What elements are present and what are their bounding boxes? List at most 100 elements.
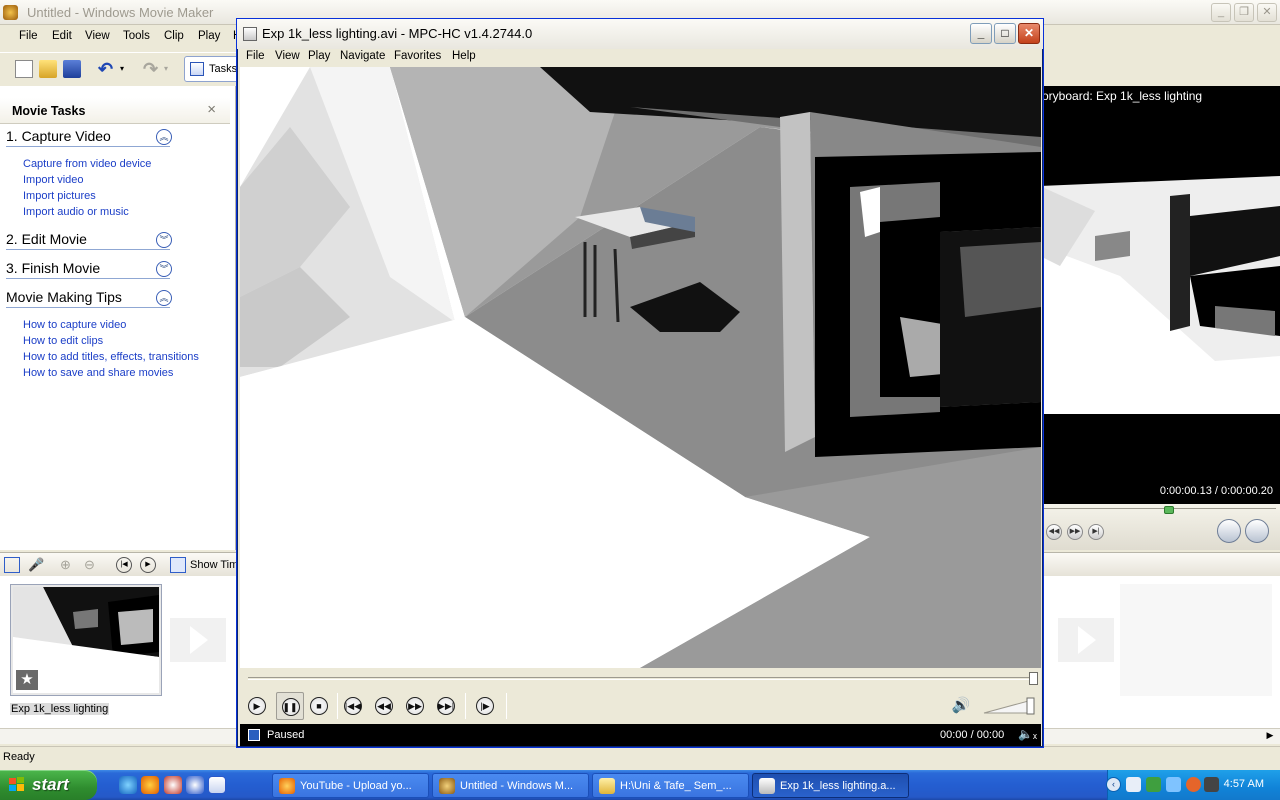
- mpc-menu-navigate[interactable]: Navigate: [340, 50, 385, 62]
- link-import-pictures[interactable]: Import pictures: [23, 190, 96, 202]
- display-icon[interactable]: [1204, 777, 1219, 792]
- show-timeline-label[interactable]: Show Tim: [190, 559, 238, 571]
- bluetooth-icon[interactable]: [1166, 777, 1181, 792]
- task-movie-maker[interactable]: Untitled - Windows M...: [432, 773, 589, 798]
- rewind-storyboard-icon[interactable]: |◀: [116, 557, 132, 573]
- task-folder[interactable]: H:\Uni & Tafe_ Sem_...: [592, 773, 749, 798]
- chevron-up-icon[interactable]: ︽: [156, 290, 172, 306]
- minimize-button[interactable]: _: [1211, 3, 1231, 22]
- ie-icon[interactable]: [119, 776, 137, 794]
- link-how-edit[interactable]: How to edit clips: [23, 335, 103, 347]
- tasks-toggle-button[interactable]: Tasks: [184, 56, 239, 82]
- mpc-close-button[interactable]: ✕: [1018, 23, 1040, 44]
- opera-icon[interactable]: [164, 776, 182, 794]
- redo-dropdown-icon[interactable]: ▾: [164, 60, 182, 78]
- mute-icon[interactable]: 🔈ₓ: [1018, 727, 1037, 741]
- chevron-up-icon[interactable]: ︽: [156, 129, 172, 145]
- network-icon[interactable]: [1146, 777, 1161, 792]
- volume-slider[interactable]: [982, 697, 1036, 715]
- play-icon[interactable]: ▶: [245, 694, 269, 718]
- previous-frame-icon[interactable]: ◀◀: [1046, 524, 1062, 540]
- preview-seek-thumb[interactable]: [1164, 506, 1174, 514]
- scroll-right-icon[interactable]: ▶: [1262, 730, 1278, 744]
- mpc-minimize-button[interactable]: _: [970, 23, 992, 44]
- media-player-icon[interactable]: [186, 776, 204, 794]
- zoom-out-icon[interactable]: ⊖: [84, 557, 100, 573]
- frame-step-icon[interactable]: |▶: [473, 694, 497, 718]
- link-import-audio[interactable]: Import audio or music: [23, 206, 129, 218]
- movie-tasks-pane: Movie Tasks × 1. Capture Video ︽ Capture…: [0, 86, 236, 550]
- link-how-titles[interactable]: How to add titles, effects, transitions: [23, 351, 199, 363]
- maximize-button[interactable]: ❐: [1234, 3, 1254, 22]
- task-youtube[interactable]: YouTube - Upload yo...: [272, 773, 429, 798]
- mpc-titlebar[interactable]: Exp 1k_less lighting.avi - MPC-HC v1.4.2…: [237, 19, 1043, 49]
- preview-title-bar: oryboard: Exp 1k_less lighting: [1040, 86, 1280, 106]
- save-project-icon[interactable]: [63, 60, 81, 78]
- menu-file[interactable]: File: [19, 30, 38, 42]
- mpc-menu-play[interactable]: Play: [308, 50, 330, 62]
- section-capture-video[interactable]: 1. Capture Video ︽: [6, 128, 172, 147]
- antivirus-icon[interactable]: [1186, 777, 1201, 792]
- narrate-icon[interactable]: 🎤: [28, 557, 44, 573]
- mpc-menu-favorites[interactable]: Favorites: [394, 50, 441, 62]
- task-mpc[interactable]: Exp 1k_less lighting.a...: [752, 773, 909, 798]
- close-tasks-icon[interactable]: ×: [207, 101, 216, 118]
- menu-edit[interactable]: Edit: [52, 30, 72, 42]
- link-capture-from-device[interactable]: Capture from video device: [23, 158, 151, 170]
- chevron-down-icon[interactable]: ︾: [156, 232, 172, 248]
- next-clip-icon[interactable]: ▶|: [1088, 524, 1104, 540]
- menu-clip[interactable]: Clip: [164, 30, 184, 42]
- mpc-menu-file[interactable]: File: [246, 50, 265, 62]
- mpc-menubar: File View Play Navigate Favorites Help: [237, 49, 1043, 67]
- undo-icon[interactable]: ↶: [98, 60, 116, 78]
- preview-title: oryboard: Exp 1k_less lighting: [1042, 89, 1203, 103]
- seek-thumb[interactable]: [1029, 672, 1038, 685]
- undo-dropdown-icon[interactable]: ▾: [120, 60, 138, 78]
- clip-label[interactable]: Exp 1k_less lighting: [10, 703, 110, 715]
- split-clip-icon[interactable]: [1217, 519, 1241, 543]
- mpc-maximize-button[interactable]: □: [994, 23, 1016, 44]
- fast-forward-icon[interactable]: ▶▶: [403, 694, 427, 718]
- transition-slot[interactable]: [170, 618, 226, 662]
- new-project-icon[interactable]: [15, 60, 33, 78]
- menu-view[interactable]: View: [85, 30, 110, 42]
- link-how-save[interactable]: How to save and share movies: [23, 367, 173, 379]
- section-edit-movie[interactable]: 2. Edit Movie ︾: [6, 231, 172, 250]
- previous-icon[interactable]: |◀◀: [341, 694, 365, 718]
- next-icon[interactable]: ▶▶|: [434, 694, 458, 718]
- mpc-menu-help[interactable]: Help: [452, 50, 476, 62]
- start-button[interactable]: start: [0, 770, 97, 800]
- stop-icon[interactable]: ■: [307, 694, 331, 718]
- show-timeline-icon[interactable]: [170, 557, 186, 573]
- firefox-icon[interactable]: [141, 776, 159, 794]
- play-storyboard-icon[interactable]: ▶: [140, 557, 156, 573]
- volume-icon[interactable]: 🔊: [949, 694, 973, 718]
- transition-slot[interactable]: [1058, 618, 1114, 662]
- seek-track[interactable]: [248, 677, 1034, 680]
- word-icon[interactable]: [208, 776, 226, 794]
- section-finish-movie[interactable]: 3. Finish Movie ︾: [6, 260, 172, 279]
- link-how-capture[interactable]: How to capture video: [23, 319, 126, 331]
- preview-seek-track[interactable]: [1044, 508, 1276, 512]
- link-import-video[interactable]: Import video: [23, 174, 84, 186]
- redo-icon[interactable]: ↷: [143, 60, 161, 78]
- open-project-icon[interactable]: [39, 60, 57, 78]
- menu-play[interactable]: Play: [198, 30, 220, 42]
- next-frame-icon[interactable]: ▶▶: [1067, 524, 1083, 540]
- close-button[interactable]: ✕: [1257, 3, 1277, 22]
- storyboard-view-icon[interactable]: [4, 557, 20, 573]
- mpc-seekbar[interactable]: [240, 669, 1041, 689]
- snapshot-icon[interactable]: [1245, 519, 1269, 543]
- network-icon[interactable]: [1126, 777, 1141, 792]
- mpc-menu-view[interactable]: View: [275, 50, 300, 62]
- chevron-down-icon[interactable]: ︾: [156, 261, 172, 277]
- show-hidden-icons-icon[interactable]: ‹: [1106, 777, 1121, 792]
- video-frame[interactable]: [240, 67, 1041, 668]
- storyboard-clip[interactable]: ★: [10, 584, 162, 696]
- rewind-icon[interactable]: ◀◀: [372, 694, 396, 718]
- empty-clip-slot[interactable]: [1120, 584, 1272, 696]
- section-movie-tips[interactable]: Movie Making Tips ︽: [6, 289, 172, 308]
- menu-tools[interactable]: Tools: [123, 30, 150, 42]
- zoom-in-icon[interactable]: ⊕: [60, 557, 76, 573]
- pause-icon[interactable]: ❚❚: [276, 692, 304, 720]
